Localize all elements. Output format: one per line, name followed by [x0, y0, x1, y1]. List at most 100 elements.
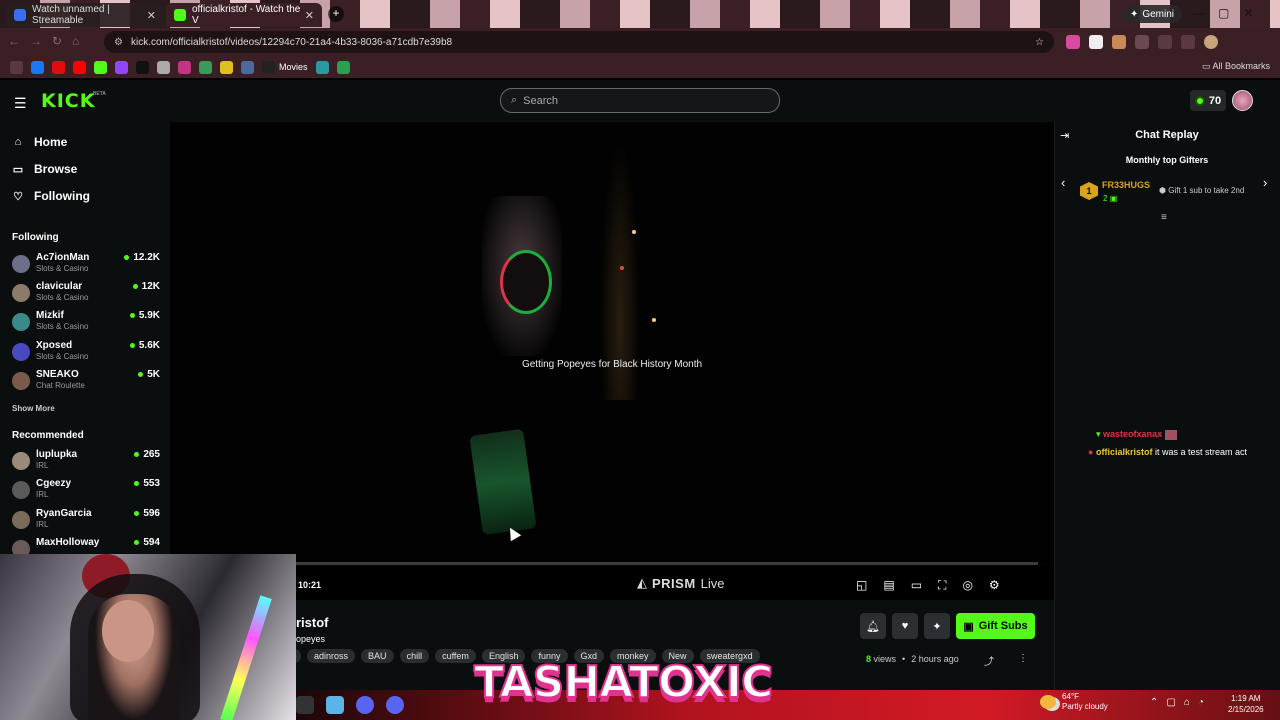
url-field[interactable]: ⚙ kick.com/officialkristof/videos/12294c…: [104, 31, 1054, 53]
close-tab-icon[interactable]: ✕: [305, 9, 314, 22]
discord-icon[interactable]: [386, 696, 404, 714]
bookmark-movies[interactable]: Movies: [262, 60, 308, 74]
miniplayer-icon[interactable]: ◱: [856, 578, 867, 593]
viewer-count: 12.2K: [124, 252, 160, 263]
gifter-name[interactable]: FR33HUGS: [1102, 180, 1150, 190]
avatar: [12, 343, 30, 361]
notepad-icon[interactable]: [326, 696, 344, 714]
extension-icon[interactable]: [1181, 35, 1195, 49]
gemini-button[interactable]: ✦ Gemini: [1122, 5, 1182, 23]
chat-filter-icon[interactable]: ≡: [1161, 212, 1167, 223]
youtube-icon[interactable]: [73, 60, 86, 74]
extension-icon[interactable]: [1158, 35, 1172, 49]
kick-icon[interactable]: [94, 60, 107, 74]
taskbar-icons: [296, 696, 404, 714]
sidebar-item-browse[interactable]: ▭ Browse: [12, 162, 78, 176]
tag[interactable]: BAU: [361, 649, 394, 663]
extension-icon[interactable]: [1066, 35, 1080, 49]
more-options-icon[interactable]: ⋮: [1018, 653, 1028, 664]
tag[interactable]: cuffem: [435, 649, 476, 663]
discord-icon[interactable]: [356, 696, 374, 714]
menu-icon[interactable]: ☰: [14, 95, 27, 112]
video-progress-bar[interactable]: [170, 562, 1038, 565]
search-placeholder: Search: [523, 94, 559, 107]
tag[interactable]: adinross: [307, 649, 356, 663]
new-tab-button[interactable]: +: [328, 6, 344, 22]
following-channel[interactable]: SNEAKO Chat Roulette 5K: [12, 369, 160, 395]
clip-icon[interactable]: ▤: [883, 578, 894, 593]
theater-mode-icon[interactable]: ▭: [911, 578, 922, 593]
facebook-icon[interactable]: [31, 60, 44, 74]
following-channel[interactable]: Ac7ionMan Slots & Casino 12.2K: [12, 252, 160, 278]
taskbar: [296, 690, 1280, 720]
nav-label: Browse: [34, 162, 78, 176]
kick-logo[interactable]: KICK: [41, 90, 95, 112]
taskbar-app-icon[interactable]: [296, 696, 314, 714]
settings-gear-icon[interactable]: ⚙: [989, 578, 1000, 593]
bookmark-icon[interactable]: [241, 60, 254, 74]
site-info-icon[interactable]: ⚙: [114, 37, 123, 48]
bookmark-icon[interactable]: [10, 60, 23, 74]
avatar: [12, 372, 30, 390]
twitch-icon[interactable]: [115, 60, 128, 74]
weather-widget[interactable]: 64°F Partly cloudy: [1040, 692, 1108, 712]
follow-heart-button[interactable]: ♥: [892, 613, 918, 639]
fullscreen-icon[interactable]: ⛶: [938, 578, 946, 593]
browser-tab-streamable[interactable]: Watch unnamed | Streamable ✕: [6, 3, 164, 27]
recommended-channel[interactable]: luplupka IRL 265: [12, 449, 160, 475]
chat-username[interactable]: officialkristof: [1096, 447, 1153, 457]
close-tab-icon[interactable]: ✕: [147, 9, 156, 22]
profile-icon[interactable]: [1204, 35, 1218, 49]
tab-title: Watch unnamed | Streamable: [32, 4, 110, 26]
following-channel[interactable]: clavicular Slots & Casino 12K: [12, 281, 160, 307]
instagram-icon[interactable]: [178, 60, 191, 74]
recommended-channel[interactable]: RyanGarcia IRL 596: [12, 508, 160, 534]
recommended-channel[interactable]: Cgeezy IRL 553: [12, 478, 160, 504]
taskbar-clock[interactable]: 1:19 AM 2/15/2026: [1228, 693, 1264, 715]
bookmark-icon[interactable]: [157, 60, 170, 74]
following-channel[interactable]: Xposed Slots & Casino 5.6K: [12, 340, 160, 366]
extension-icons: [1066, 35, 1218, 49]
extension-icon[interactable]: [1112, 35, 1126, 49]
browser-tab-kick[interactable]: officialkristof - Watch the V ✕: [166, 3, 322, 27]
sidebar-item-home[interactable]: ⌂ Home: [12, 135, 68, 149]
notification-bell-button[interactable]: 🔔︎: [860, 613, 886, 639]
show-more-link[interactable]: Show More: [12, 404, 55, 413]
x-icon[interactable]: [136, 60, 149, 74]
speed-icon[interactable]: ◎: [962, 578, 972, 593]
sidebar-item-following[interactable]: ♡ Following: [12, 189, 90, 203]
bookmark-icon[interactable]: [199, 60, 212, 74]
beta-badge: BETA: [93, 91, 106, 97]
bookmark-icon[interactable]: [315, 60, 329, 74]
bookmark-icon[interactable]: [336, 60, 350, 74]
following-channel[interactable]: Mizkif Slots & Casino 5.9K: [12, 310, 160, 336]
chat-title: Chat Replay: [1135, 129, 1199, 141]
viewer-count: 596: [134, 508, 160, 519]
all-bookmarks[interactable]: ▭ All Bookmarks: [1202, 61, 1270, 72]
search-input[interactable]: ⌕ Search: [500, 88, 780, 113]
bookmark-icon[interactable]: [220, 60, 233, 74]
gift-subs-label: Gift Subs: [978, 620, 1028, 632]
tag[interactable]: chill: [399, 649, 430, 663]
share-icon[interactable]: ⤴: [984, 653, 994, 668]
views-label: views: [873, 654, 897, 664]
channel-name: clavicular: [36, 281, 83, 292]
extension-icon[interactable]: [1089, 35, 1103, 49]
stream-channel-name[interactable]: ristof: [296, 615, 329, 630]
extension-icon[interactable]: [1135, 35, 1149, 49]
coin-icon: [1194, 95, 1205, 106]
sparkle-button[interactable]: ✦: [924, 613, 950, 639]
system-tray-icons[interactable]: ⌃▢⌂◔: [1150, 697, 1212, 708]
points-badge[interactable]: 70: [1190, 90, 1226, 111]
nav-buttons[interactable]: ←→↻⌂: [8, 34, 89, 48]
bookmark-star-icon[interactable]: ☆: [1035, 37, 1044, 48]
gift-subs-button[interactable]: ▣ Gift Subs: [956, 613, 1035, 639]
chat-username[interactable]: wasteofxanax: [1103, 429, 1162, 439]
chevron-left-icon[interactable]: ‹: [1061, 175, 1065, 190]
avatar: [12, 511, 30, 529]
netflix-icon[interactable]: [52, 60, 65, 74]
user-avatar[interactable]: [1232, 90, 1253, 111]
all-bookmarks-label: All Bookmarks: [1212, 61, 1270, 71]
window-controls[interactable]: —▢✕: [1192, 6, 1267, 20]
chevron-right-icon[interactable]: ›: [1263, 175, 1267, 190]
